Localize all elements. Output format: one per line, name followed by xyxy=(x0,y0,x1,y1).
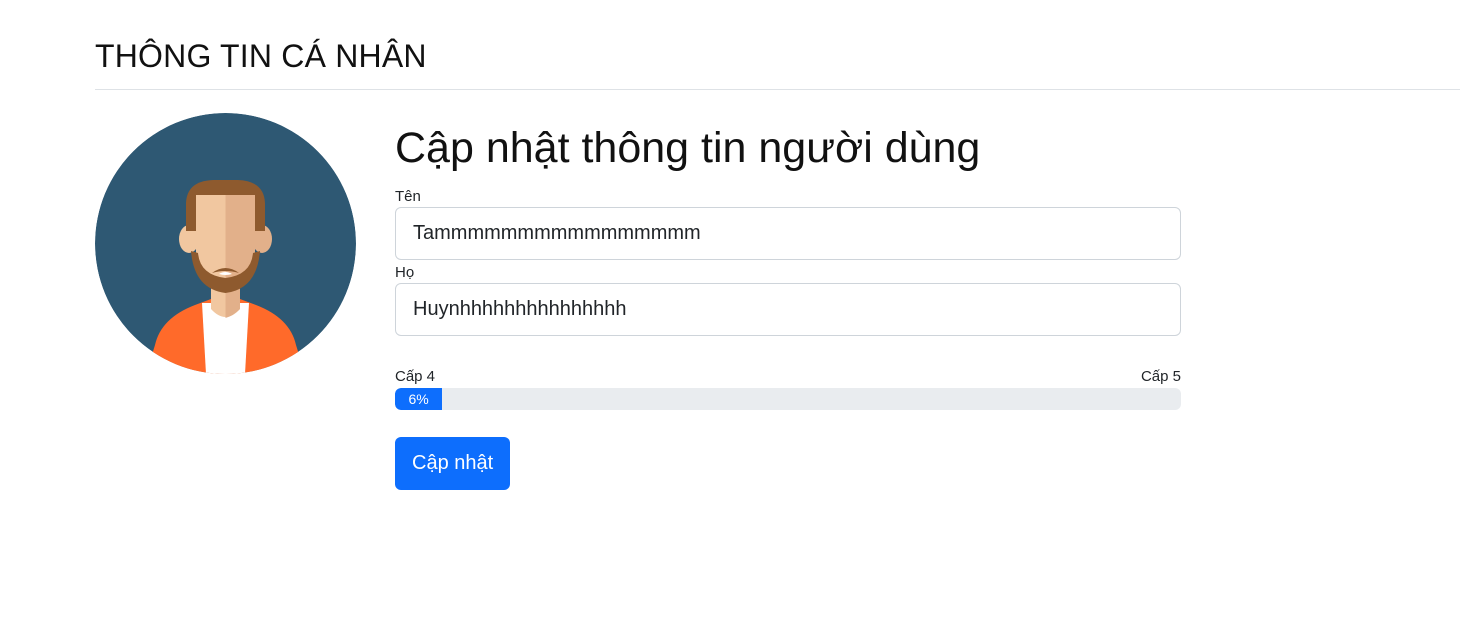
page-title: THÔNG TIN CÁ NHÂN xyxy=(95,38,427,74)
current-level-label: Cấp 4 xyxy=(395,368,436,385)
page-header: THÔNG TIN CÁ NHÂN xyxy=(95,0,1460,90)
form-heading: Cập nhật thông tin người dùng xyxy=(395,124,981,172)
last-name-label: Họ xyxy=(395,264,415,281)
first-name-input[interactable] xyxy=(395,207,1181,260)
level-progress-bar: 6% xyxy=(395,388,1181,410)
user-avatar-icon xyxy=(95,113,356,374)
update-user-form: Cập nhật thông tin người dùng Tên Họ Cấp… xyxy=(395,118,1181,490)
update-button[interactable]: Cập nhật xyxy=(395,437,511,490)
next-level-label: Cấp 5 xyxy=(1140,368,1181,385)
avatar xyxy=(95,113,356,374)
level-progress-fill: 6% xyxy=(395,388,443,410)
last-name-input[interactable] xyxy=(395,283,1181,336)
level-labels: Cấp 4 Cấp 5 xyxy=(395,367,1181,387)
first-name-label: Tên xyxy=(395,188,421,205)
